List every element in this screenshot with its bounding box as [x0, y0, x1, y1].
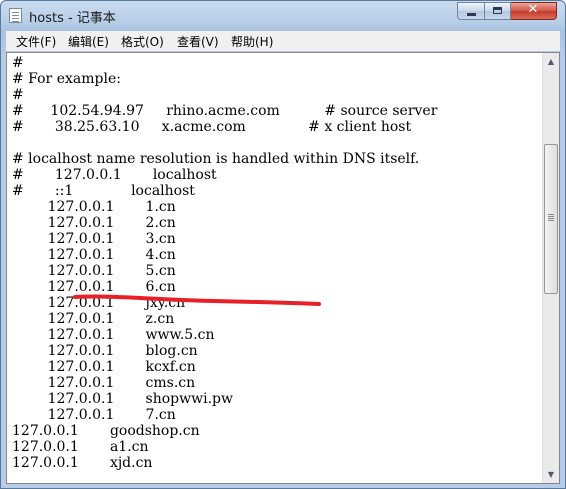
- scroll-up-icon[interactable]: ▲: [543, 53, 559, 70]
- notepad-window: hosts - 记事本 ✕ 文件(F) 编辑(E) 格式(O) 查看(V) 帮助…: [0, 0, 566, 489]
- text-line: # 102.54.94.97 rhino.acme.com # source s…: [12, 103, 438, 119]
- text-line: 127.0.0.1 4.cn: [12, 247, 176, 263]
- text-line: 127.0.0.1 xjd.cn: [12, 455, 153, 471]
- menu-file[interactable]: 文件(F): [16, 33, 56, 50]
- minimize-button[interactable]: [457, 2, 485, 20]
- maximize-icon: [493, 7, 502, 14]
- text-line: 127.0.0.1 z.cn: [12, 311, 175, 327]
- text-line: 127.0.0.1 5.cn: [12, 263, 176, 279]
- close-icon: ✕: [527, 2, 539, 17]
- text-line: # localhost name resolution is handled w…: [12, 151, 420, 167]
- text-line: 127.0.0.1 cms.cn: [12, 375, 196, 391]
- vertical-scrollbar[interactable]: ▲ ▼: [542, 53, 559, 483]
- text-line: 127.0.0.1 shopwwi.pw: [12, 391, 233, 407]
- grip-icon: [548, 213, 554, 215]
- text-line: #: [12, 55, 24, 71]
- text-line: 127.0.0.1 1.cn: [12, 199, 176, 215]
- text-line: 127.0.0.1 2.cn: [12, 215, 176, 231]
- red-underline-annotation: [73, 294, 321, 306]
- text-line: 127.0.0.1 goodshop.cn: [12, 423, 200, 439]
- text-line: # For example:: [12, 71, 121, 87]
- scroll-thumb[interactable]: [544, 143, 558, 294]
- text-line: 127.0.0.1 7.cn: [12, 407, 176, 423]
- editor-frame: # # For example: # # 102.54.94.97 rhino.acm…: [6, 52, 560, 484]
- text-line: 127.0.0.1 3.cn: [12, 231, 176, 247]
- text-line: # ::1 localhost: [12, 183, 195, 199]
- text-line: # 127.0.0.1 localhost: [12, 167, 217, 183]
- text-line: #: [12, 87, 24, 103]
- menu-bar: 文件(F) 编辑(E) 格式(O) 查看(V) 帮助(H): [6, 31, 560, 51]
- maximize-button[interactable]: [485, 2, 511, 20]
- scroll-down-icon[interactable]: ▼: [543, 466, 559, 483]
- text-line: 127.0.0.1 www.5.cn: [12, 327, 215, 343]
- text-line: 127.0.0.1 blog.cn: [12, 343, 198, 359]
- text-line: [12, 135, 437, 151]
- text-area[interactable]: # # For example: # # 102.54.94.97 rhino.acm…: [7, 53, 542, 483]
- menu-view[interactable]: 查看(V): [177, 33, 219, 50]
- text-line: # 38.25.63.10 x.acme.com # x client host: [12, 119, 412, 135]
- title-bar[interactable]: hosts - 记事本 ✕: [1, 1, 565, 31]
- window-title: hosts - 记事本: [29, 11, 116, 26]
- notepad-icon[interactable]: [9, 8, 22, 23]
- text-line: 127.0.0.1 a1.cn: [12, 439, 149, 455]
- minimize-icon: [467, 13, 476, 16]
- text-lines: # # For example: # # 102.54.94.97 rhino.acm…: [12, 55, 437, 471]
- menu-help[interactable]: 帮助(H): [231, 33, 273, 50]
- text-line: 127.0.0.1 kcxf.cn: [12, 359, 196, 375]
- menu-edit[interactable]: 编辑(E): [68, 33, 109, 50]
- close-button[interactable]: ✕: [511, 2, 557, 20]
- menu-format[interactable]: 格式(O): [121, 33, 164, 50]
